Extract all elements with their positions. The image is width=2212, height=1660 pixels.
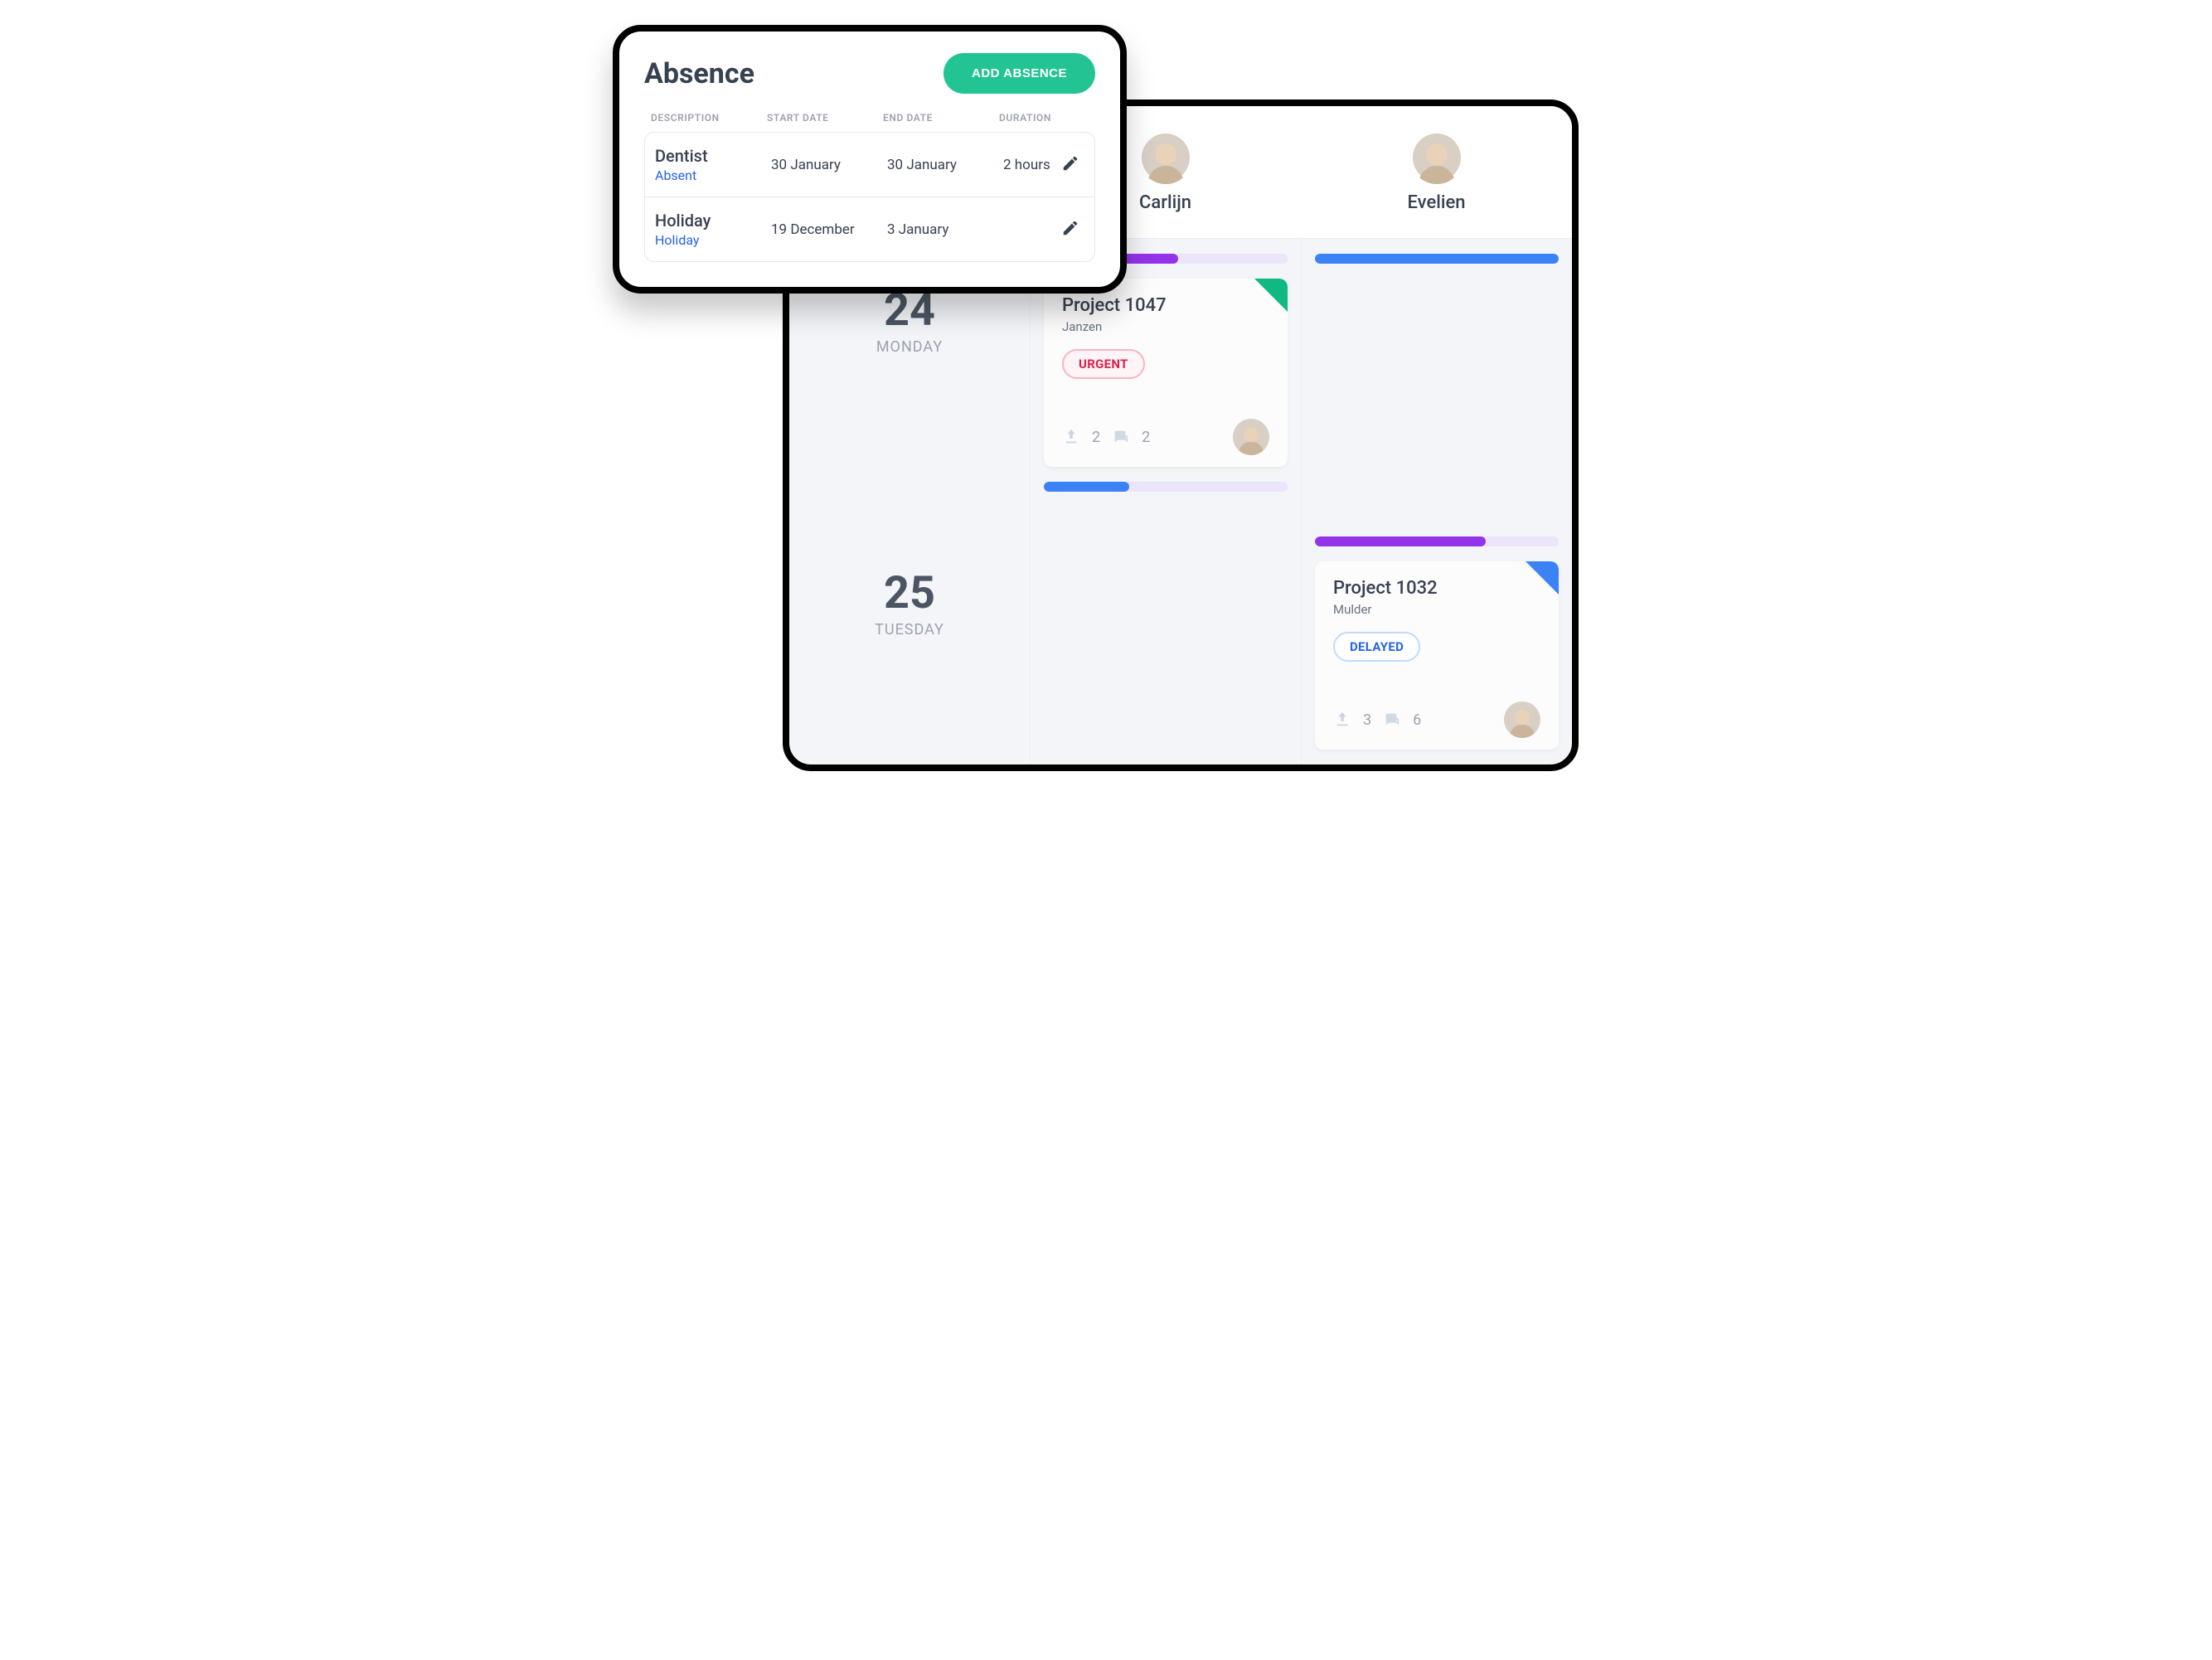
progress-bar	[1044, 482, 1288, 492]
absence-panel: Absence ADD ABSENCE DESCRIPTION START DA…	[613, 25, 1127, 294]
pencil-icon	[1061, 154, 1079, 172]
day-name: TUESDAY	[789, 621, 1030, 638]
day-number: 24	[789, 289, 1030, 333]
task-meta: 3 6	[1333, 711, 1421, 729]
edit-button[interactable]	[1056, 214, 1084, 245]
assignee-avatar[interactable]	[1233, 419, 1269, 455]
absence-description: Dentist	[655, 146, 771, 166]
upload-count: 2	[1092, 429, 1100, 446]
task-title: Project 1032	[1333, 578, 1540, 599]
absence-tag: Holiday	[655, 232, 771, 248]
card-corner-flag	[1526, 561, 1559, 595]
upload-count: 3	[1363, 711, 1371, 729]
person-name: Carlijn	[1139, 192, 1191, 213]
card-corner-flag	[1254, 279, 1288, 312]
day-name: MONDAY	[789, 338, 1030, 356]
task-subtitle: Janzen	[1062, 319, 1269, 334]
task-card[interactable]: Project 1047 Janzen URGENT 2 2	[1044, 279, 1288, 467]
lane[interactable]	[1301, 239, 1572, 522]
absence-table: Dentist Absent 30 January 30 January 2 h…	[644, 132, 1095, 262]
col-description: DESCRIPTION	[651, 112, 767, 124]
avatar	[1410, 131, 1463, 184]
col-start-date: START DATE	[767, 112, 883, 124]
status-badge: DELAYED	[1333, 632, 1420, 662]
absence-start: 19 December	[771, 221, 887, 238]
lane[interactable]	[1030, 522, 1301, 770]
task-meta: 2 2	[1062, 428, 1150, 446]
comments-icon	[1383, 711, 1401, 729]
absence-end: 3 January	[887, 221, 1003, 238]
task-subtitle: Mulder	[1333, 602, 1540, 617]
add-absence-button[interactable]: ADD ABSENCE	[943, 53, 1095, 94]
table-row[interactable]: Holiday Holiday 19 December 3 January	[645, 197, 1094, 261]
lane[interactable]: Project 1032 Mulder DELAYED 3 6	[1301, 522, 1572, 770]
progress-bar	[1315, 254, 1559, 264]
panel-title: Absence	[644, 57, 754, 90]
comment-count: 6	[1413, 711, 1421, 729]
col-duration: DURATION	[999, 112, 1089, 124]
pencil-icon	[1061, 219, 1079, 237]
task-card[interactable]: Project 1032 Mulder DELAYED 3 6	[1315, 561, 1559, 750]
upload-icon	[1062, 428, 1080, 446]
absence-duration: 2 hours	[1003, 157, 1050, 173]
upload-icon	[1333, 711, 1351, 729]
column-header-person-2[interactable]: Evelien	[1301, 131, 1572, 213]
day-label: 25 TUESDAY	[789, 522, 1030, 770]
edit-button[interactable]	[1056, 149, 1084, 180]
task-title: Project 1047	[1062, 295, 1269, 316]
absence-column-headers: DESCRIPTION START DATE END DATE DURATION	[644, 112, 1095, 132]
table-row[interactable]: Dentist Absent 30 January 30 January 2 h…	[645, 133, 1094, 197]
assignee-avatar[interactable]	[1504, 701, 1540, 738]
status-badge: URGENT	[1062, 349, 1145, 379]
comment-count: 2	[1142, 429, 1150, 446]
absence-end: 30 January	[887, 157, 1003, 173]
board-row: 25 TUESDAY Project 1032 Mulder DELAYED	[789, 522, 1572, 770]
absence-description: Holiday	[655, 211, 771, 231]
comments-icon	[1112, 428, 1130, 446]
progress-bar	[1315, 536, 1559, 546]
avatar	[1139, 131, 1192, 184]
day-number: 25	[789, 571, 1030, 616]
absence-start: 30 January	[771, 157, 887, 173]
person-name: Evelien	[1408, 192, 1466, 213]
col-end-date: END DATE	[883, 112, 999, 124]
absence-tag: Absent	[655, 167, 771, 183]
